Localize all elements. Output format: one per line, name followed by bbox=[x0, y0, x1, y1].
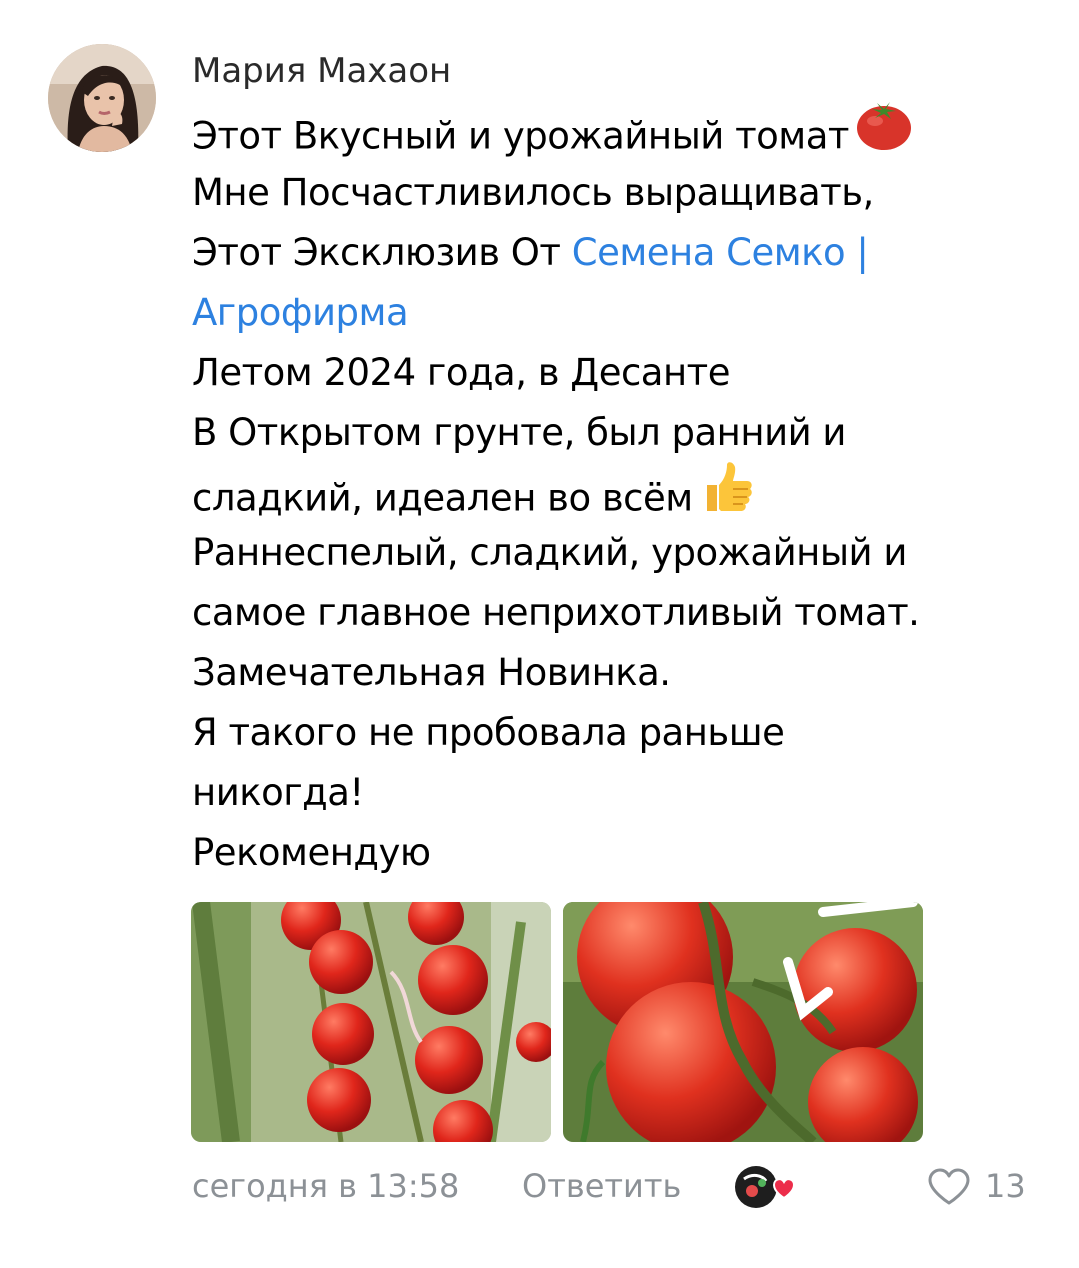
comment-line-text: Этот Вкусный и урожайный томат bbox=[192, 114, 849, 158]
comment-line: Раннеспелый, сладкий, урожайный и bbox=[192, 531, 907, 574]
comment-text: Этот Вкусный и урожайный томат Мне Посча… bbox=[192, 102, 1052, 883]
group-link[interactable]: Семена Семко | bbox=[572, 231, 869, 274]
comment-line: сладкий, идеален во всём bbox=[192, 462, 1052, 523]
comment-line: Летом 2024 года, в Десанте bbox=[192, 351, 731, 394]
like-count: 13 bbox=[985, 1167, 1026, 1205]
comment-line: самое главное неприхотливый томат. bbox=[192, 591, 920, 634]
reply-button[interactable]: Ответить bbox=[522, 1160, 681, 1212]
timestamp: сегодня в 13:58 bbox=[192, 1167, 460, 1205]
reaction-avatars-icon bbox=[735, 1166, 796, 1208]
group-link-continued[interactable]: Агрофирма bbox=[192, 291, 409, 334]
comment-line: Этот Вкусный и урожайный томат bbox=[192, 102, 1052, 163]
comment-footer: сегодня в 13:58 Ответить 13 bbox=[192, 1160, 1042, 1212]
avatar[interactable] bbox=[48, 44, 156, 152]
reactions-summary[interactable] bbox=[734, 1163, 796, 1211]
comment-line-text: сладкий, идеален во всём bbox=[192, 476, 693, 520]
tomato-vine-photo[interactable] bbox=[563, 902, 923, 1142]
thumbs-up-icon bbox=[699, 459, 755, 533]
heart-icon bbox=[928, 1168, 970, 1205]
comment-line: Замечательная Новинка. bbox=[192, 651, 671, 694]
comment-line: В Открытом грунте, был ранний и bbox=[192, 411, 846, 454]
comment-line: Агрофирма bbox=[192, 283, 1052, 343]
comment-line: никогда! bbox=[192, 771, 364, 814]
comment-line-text: Этот Эксклюзив От bbox=[192, 231, 572, 274]
comment-line: Рекомендую bbox=[192, 831, 431, 874]
avatar-image bbox=[48, 44, 156, 152]
comment: Мария Махаон Этот Вкусный и урожайный то… bbox=[0, 0, 1079, 1268]
comment-line: Я такого не пробовала раньше bbox=[192, 711, 785, 754]
tomato-cluster-photo[interactable] bbox=[191, 902, 551, 1142]
comment-line: Этот Эксклюзив От Семена Семко | bbox=[192, 223, 1052, 283]
tomato-icon bbox=[855, 99, 913, 169]
author-name[interactable]: Мария Махаон bbox=[192, 46, 451, 96]
comment-line: Мне Посчастливилось выращивать, bbox=[192, 171, 874, 214]
